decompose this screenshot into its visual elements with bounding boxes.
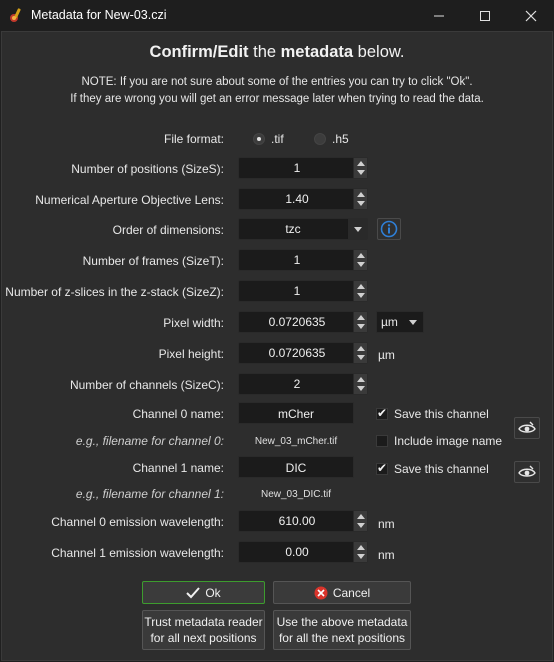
size-t-stepper[interactable] [353, 250, 367, 270]
radio-tif[interactable] [253, 133, 265, 145]
trust-metadata-line2: for all next positions [150, 630, 257, 645]
close-button[interactable] [508, 0, 554, 31]
pixel-height-spinbox[interactable]: 0.0720635 [238, 342, 368, 364]
file-format-label: File format: [163, 132, 224, 146]
ok-button-label: Ok [205, 585, 221, 600]
pixel-height-label: Pixel height: [158, 347, 224, 361]
order-combobox[interactable]: tzc [238, 218, 368, 240]
ch1-save-checkbox[interactable] [376, 461, 388, 475]
eye-icon [518, 421, 536, 433]
size-t-label: Number of frames (SizeT): [82, 254, 224, 268]
ch0-name-label: Channel 0 name: [132, 407, 224, 421]
trust-metadata-line1: Trust metadata reader [144, 614, 263, 629]
dialog-heading: Confirm/Edit the metadata below. [149, 43, 405, 61]
cancel-icon [314, 586, 328, 599]
order-label: Order of dimensions: [112, 223, 224, 237]
window-title: Metadata for New-03.czi [31, 8, 167, 22]
radio-tif-label: .tif [271, 132, 284, 146]
cancel-button-label: Cancel [332, 585, 371, 600]
app-icon [9, 7, 25, 23]
ch1-example-label: e.g., filename for channel 1: [75, 487, 224, 501]
trust-metadata-button[interactable]: Trust metadata reader for all next posit… [142, 610, 265, 650]
na-stepper[interactable] [353, 189, 367, 209]
pixel-width-stepper[interactable] [353, 312, 367, 332]
title-bar: Metadata for New-03.czi [0, 0, 554, 31]
ch0-wavelength-label: Channel 0 emission wavelength: [51, 515, 224, 529]
size-s-label: Number of positions (SizeS): [71, 162, 224, 176]
maximize-button[interactable] [462, 0, 508, 31]
size-z-stepper[interactable] [353, 281, 367, 301]
radio-h5-label: .h5 [332, 132, 349, 146]
use-metadata-line1: Use the above metadata [276, 614, 408, 629]
ch1-wavelength-label: Channel 1 emission wavelength: [51, 546, 224, 560]
size-z-spinbox[interactable]: 1 [238, 280, 368, 302]
use-metadata-line2: for all the next positions [278, 630, 406, 645]
minimize-icon [434, 15, 444, 16]
size-s-spinbox[interactable]: 1 [238, 157, 368, 179]
ch0-wavelength-stepper[interactable] [353, 511, 367, 531]
ch1-preview-button[interactable] [514, 461, 540, 483]
note-line-1: NOTE: If you are not sure about some of … [81, 76, 473, 88]
info-button[interactable] [377, 218, 401, 240]
size-z-label: Number of z-slices in the z-stack (SizeZ… [5, 285, 224, 299]
ch1-example-filename: New_03_DIC.tif [260, 489, 332, 500]
pixel-width-label: Pixel width: [163, 316, 224, 330]
minimize-button[interactable] [416, 0, 462, 31]
close-icon [525, 10, 537, 21]
use-above-metadata-button[interactable]: Use the above metadata for all the next … [273, 610, 411, 650]
ch0-example-filename: New_03_mCher.tif [254, 436, 338, 447]
pixel-width-spinbox[interactable]: 0.0720635 [238, 311, 368, 333]
ch0-wavelength-spinbox[interactable]: 610.00 [238, 510, 368, 532]
radio-h5[interactable] [314, 133, 326, 145]
checkmark-icon [186, 586, 201, 598]
eye-icon [518, 465, 536, 477]
na-spinbox[interactable]: 1.40 [238, 188, 368, 210]
chevron-down-icon [347, 219, 367, 239]
maximize-icon [480, 10, 490, 21]
include-image-name-checkbox[interactable] [376, 435, 388, 447]
pixel-height-stepper[interactable] [353, 343, 367, 363]
na-label: Numerical Aperture Objective Lens: [35, 193, 224, 207]
ch0-save-label: Save this channel [394, 407, 489, 421]
ch1-save-label: Save this channel [394, 462, 489, 476]
size-t-spinbox[interactable]: 1 [238, 249, 368, 271]
size-c-stepper[interactable] [353, 374, 367, 394]
pixel-unit-combobox[interactable]: µm [376, 311, 424, 333]
ch1-name-input[interactable]: DIC [238, 456, 354, 478]
info-icon [380, 220, 398, 238]
include-image-name-label: Include image name [394, 434, 503, 448]
cancel-button[interactable]: Cancel [273, 581, 411, 604]
ch1-wavelength-stepper[interactable] [353, 542, 367, 562]
ch0-name-input[interactable]: mCher [238, 402, 354, 424]
ok-button[interactable]: Ok [142, 581, 265, 604]
ch1-wavelength-unit: nm [378, 548, 395, 562]
size-c-label: Number of channels (SizeC): [69, 378, 224, 392]
note-line-2: If they are wrong you will get an error … [70, 93, 484, 105]
ch0-wavelength-unit: nm [378, 517, 395, 531]
ch1-wavelength-spinbox[interactable]: 0.00 [238, 541, 368, 563]
ch0-example-label: e.g., filename for channel 0: [75, 434, 224, 448]
pixel-height-unit: µm [378, 348, 395, 362]
size-s-stepper[interactable] [353, 158, 367, 178]
ch0-preview-button[interactable] [514, 417, 540, 439]
ch1-name-label: Channel 1 name: [132, 461, 224, 475]
size-c-spinbox[interactable]: 2 [238, 373, 368, 395]
ch0-save-checkbox[interactable] [376, 406, 388, 420]
